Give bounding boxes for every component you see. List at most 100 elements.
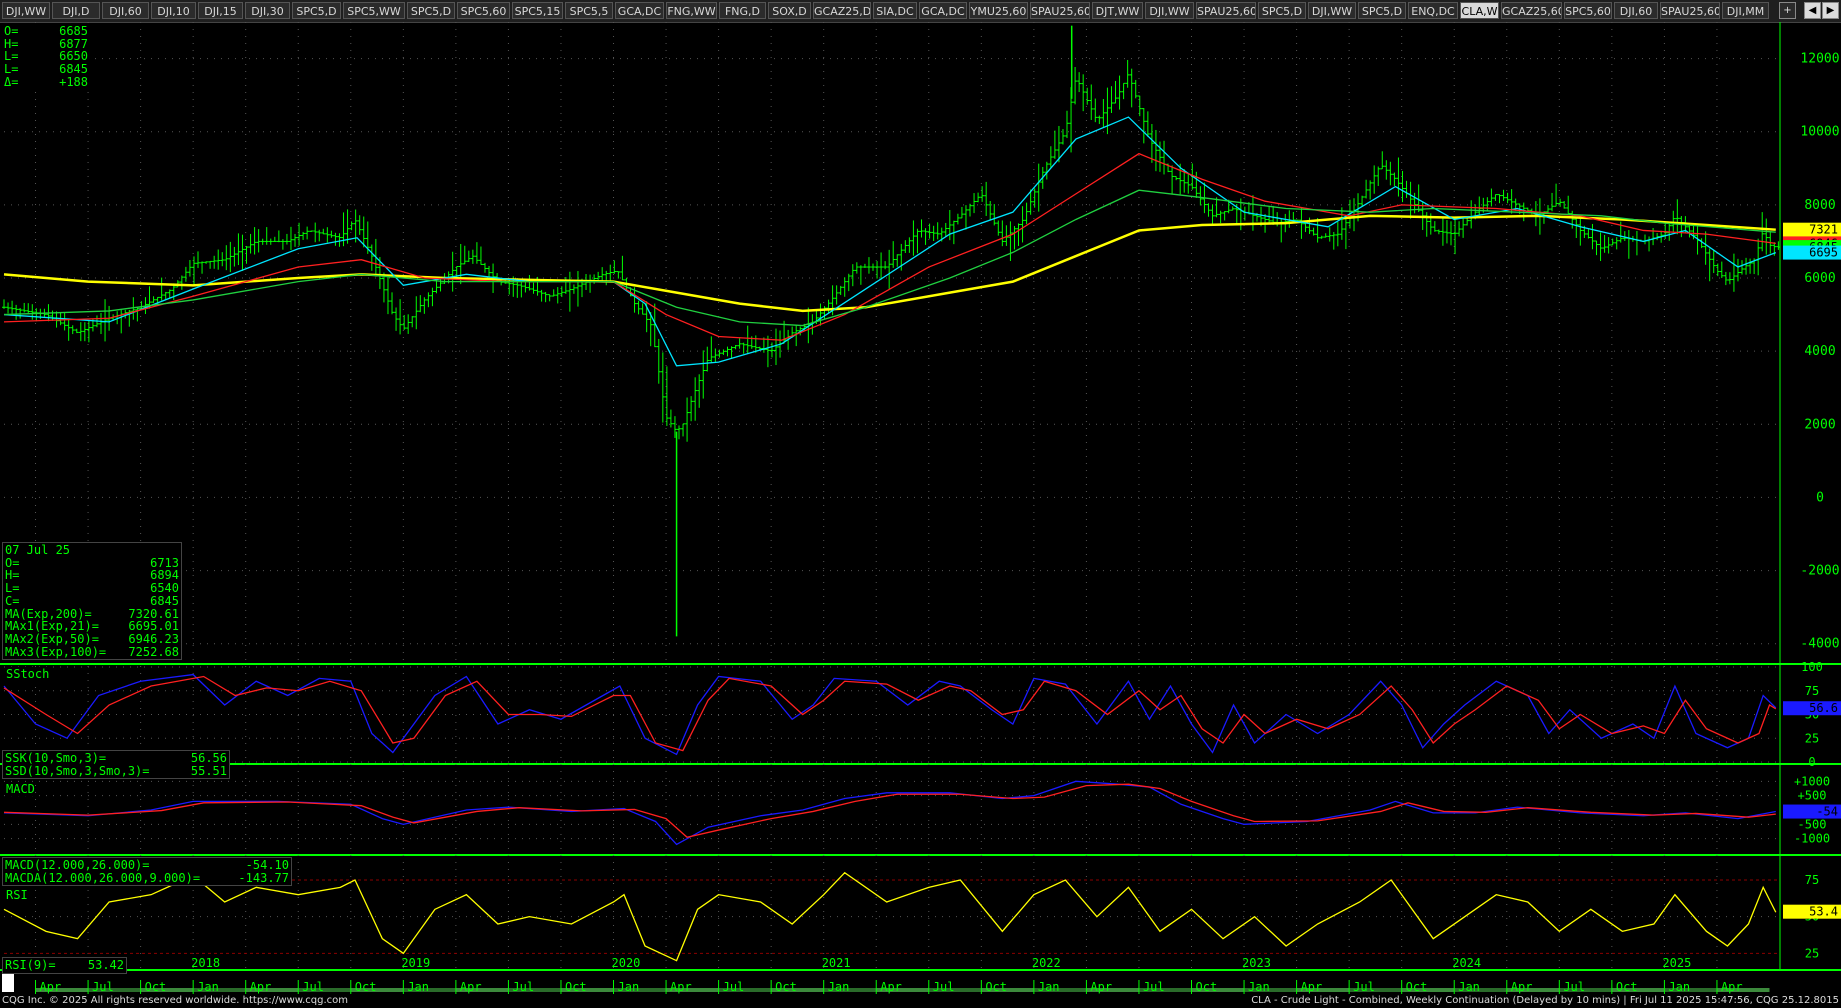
price-tick-label: 8000 xyxy=(1804,198,1835,213)
tab-spc5-60[interactable]: SPC5,60 xyxy=(1564,2,1612,19)
tab-dji-60[interactable]: DJI,60 xyxy=(102,2,149,19)
tab-enq-dc[interactable]: ENQ,DC xyxy=(1408,2,1458,19)
last-price-label: 7321 xyxy=(1809,223,1838,237)
indicator-line xyxy=(3,673,1777,756)
tab-spc5-d[interactable]: SPC5,D xyxy=(407,2,455,19)
scrollbar-thumb[interactable] xyxy=(2,972,14,992)
value-label: Δ= xyxy=(4,74,19,89)
value-label: RSI(9)= xyxy=(5,958,56,972)
tab-dji-15[interactable]: DJI,15 xyxy=(198,2,243,19)
cursor-values-box: O= 6685 H= 6877 L= 6650 L= 6845 Δ= +188 xyxy=(2,24,90,90)
month-label: Jul xyxy=(723,980,745,994)
month-label: Apr xyxy=(1721,980,1743,994)
year-label: 2025 xyxy=(1662,956,1691,970)
tab-spc5-d[interactable]: SPC5,D xyxy=(292,2,341,19)
tab-spau25-60[interactable]: SPAU25,60 xyxy=(1196,2,1256,19)
month-label: Oct xyxy=(1616,980,1638,994)
tab-dji-30[interactable]: DJI,30 xyxy=(245,2,290,19)
month-label: Apr xyxy=(1090,980,1112,994)
indicator-tick-label: 0 xyxy=(1808,755,1815,769)
tab-dji-60[interactable]: DJI,60 xyxy=(1614,2,1658,19)
value-number: 7252.68 xyxy=(128,644,179,659)
tab-dji-mm[interactable]: DJI,MM xyxy=(1722,2,1769,19)
month-label: Jan xyxy=(1668,980,1690,994)
tab-fng-d[interactable]: FNG,D xyxy=(719,2,766,19)
value-row: L= 6540 xyxy=(5,582,179,595)
month-label: Apr xyxy=(670,980,692,994)
tab-spau25-60[interactable]: SPAU25,60 xyxy=(1660,2,1720,19)
value-label: L= xyxy=(5,581,20,596)
tab-spc5-5[interactable]: SPC5,5 xyxy=(565,2,613,19)
month-label: Jan xyxy=(1248,980,1270,994)
value-row: MAx2(Exp,50)= 6946.23 xyxy=(5,633,179,646)
tab-cla-w[interactable]: CLA,W xyxy=(1460,2,1499,19)
tab-spc5-d[interactable]: SPC5,D xyxy=(1258,2,1306,19)
status-footer: CQG Inc. © 2025 All rights reserved worl… xyxy=(0,994,1841,1008)
price-tick-label: 4000 xyxy=(1804,344,1835,359)
indicator-tick-label: -500 xyxy=(1798,817,1827,831)
value-label: SSD(10,Smo,3,Smo,3)= xyxy=(5,763,150,778)
copyright-text: CQG Inc. © 2025 All rights reserved worl… xyxy=(2,995,349,1006)
value-number: 6685 xyxy=(59,24,88,38)
tab-spau25-60[interactable]: SPAU25,60 xyxy=(1030,2,1090,19)
price-tick-label: -2000 xyxy=(1800,564,1839,579)
chart-canvas[interactable]: 12000 10000 8000 6000 4000 2000 0 -2000 -4000 732… xyxy=(0,22,1841,994)
tab-scroll-left-icon[interactable]: ◀ xyxy=(1804,2,1821,19)
price-tick-label: 0 xyxy=(1816,490,1824,505)
value-label: MAx2(Exp,50)= xyxy=(5,631,99,646)
month-label: Oct xyxy=(145,980,167,994)
tab-gcaz25-d[interactable]: GCAZ25,D xyxy=(813,2,871,19)
indicator-tick-label: +500 xyxy=(1798,789,1827,803)
tab-djt-ww[interactable]: DJT,WW xyxy=(1092,2,1143,19)
tab-spc5-15[interactable]: SPC5,15 xyxy=(512,2,563,19)
moving-average-line xyxy=(3,152,1776,341)
add-tab-button[interactable]: + xyxy=(1779,2,1796,19)
tab-spc5-60[interactable]: SPC5,60 xyxy=(457,2,510,19)
value-label: O= xyxy=(4,24,19,38)
sstoch-panel-title: SStoch xyxy=(6,667,50,681)
tab-sox-d[interactable]: SOX,D xyxy=(768,2,811,19)
month-label: Jul xyxy=(933,980,955,994)
tab-scroll-right-icon[interactable]: ▶ xyxy=(1822,2,1839,19)
month-label: Apr xyxy=(250,980,272,994)
indicator-last-label: 53.4 xyxy=(1809,905,1838,919)
indicator-tick-label: 100 xyxy=(1801,660,1823,674)
value-number: 56.56 xyxy=(190,751,227,765)
value-row: Δ= +188 xyxy=(4,76,88,89)
tab-dji-10[interactable]: DJI,10 xyxy=(151,2,196,19)
bar-info-box: 07 Jul 25 O= 6713 H= 6894 L= 6540 C= 6845 MA(Exp,… xyxy=(2,542,182,661)
month-label: Apr xyxy=(880,980,902,994)
tab-sia-dc[interactable]: SIA,DC xyxy=(873,2,917,19)
price-tick-label: 10000 xyxy=(1800,125,1839,140)
tab-fng-ww[interactable]: FNG,WW xyxy=(666,2,717,19)
value-number: 55.51 xyxy=(190,763,227,778)
month-label: Jul xyxy=(512,980,534,994)
tab-gca-dc[interactable]: GCA,DC xyxy=(615,2,664,19)
year-label: 2021 xyxy=(822,956,851,970)
tab-spc5-ww[interactable]: SPC5,WW xyxy=(343,2,405,19)
tab-ymu25-60[interactable]: YMU25,60 xyxy=(969,2,1028,19)
indicator-tick-label: -1000 xyxy=(1794,832,1830,846)
tab-dji-d[interactable]: DJI,D xyxy=(52,2,100,19)
price-tick-label: 2000 xyxy=(1804,417,1835,432)
month-label: Jan xyxy=(407,980,429,994)
value-label: L= xyxy=(4,62,19,77)
value-number: +188 xyxy=(59,74,88,89)
rsi-values-box: RSI(9)= 53.42 xyxy=(2,957,127,974)
indicator-tick-label: 25 xyxy=(1805,731,1819,745)
tab-gcaz25-60[interactable]: GCAZ25,60 xyxy=(1501,2,1562,19)
tab-dji-ww[interactable]: DJI,WW xyxy=(1308,2,1356,19)
year-label: 2022 xyxy=(1032,956,1061,970)
indicator-tick-label: +1000 xyxy=(1794,774,1830,788)
month-label: Jan xyxy=(618,980,640,994)
value-row: MACDA(12.000,26.000,9.000)= -143.77 xyxy=(5,871,289,885)
year-label: 2024 xyxy=(1452,956,1481,970)
month-label: Apr xyxy=(1511,980,1533,994)
tab-dji-ww[interactable]: DJI,WW xyxy=(1145,2,1194,19)
value-label: MAx3(Exp,100)= xyxy=(5,644,107,659)
tab-dji-ww[interactable]: DJI,WW xyxy=(2,2,50,19)
value-number: 53.42 xyxy=(87,958,124,972)
tab-spc5-d[interactable]: SPC5,D xyxy=(1358,2,1406,19)
month-label: Jan xyxy=(197,980,219,994)
tab-gca-dc[interactable]: GCA,DC xyxy=(919,2,967,19)
